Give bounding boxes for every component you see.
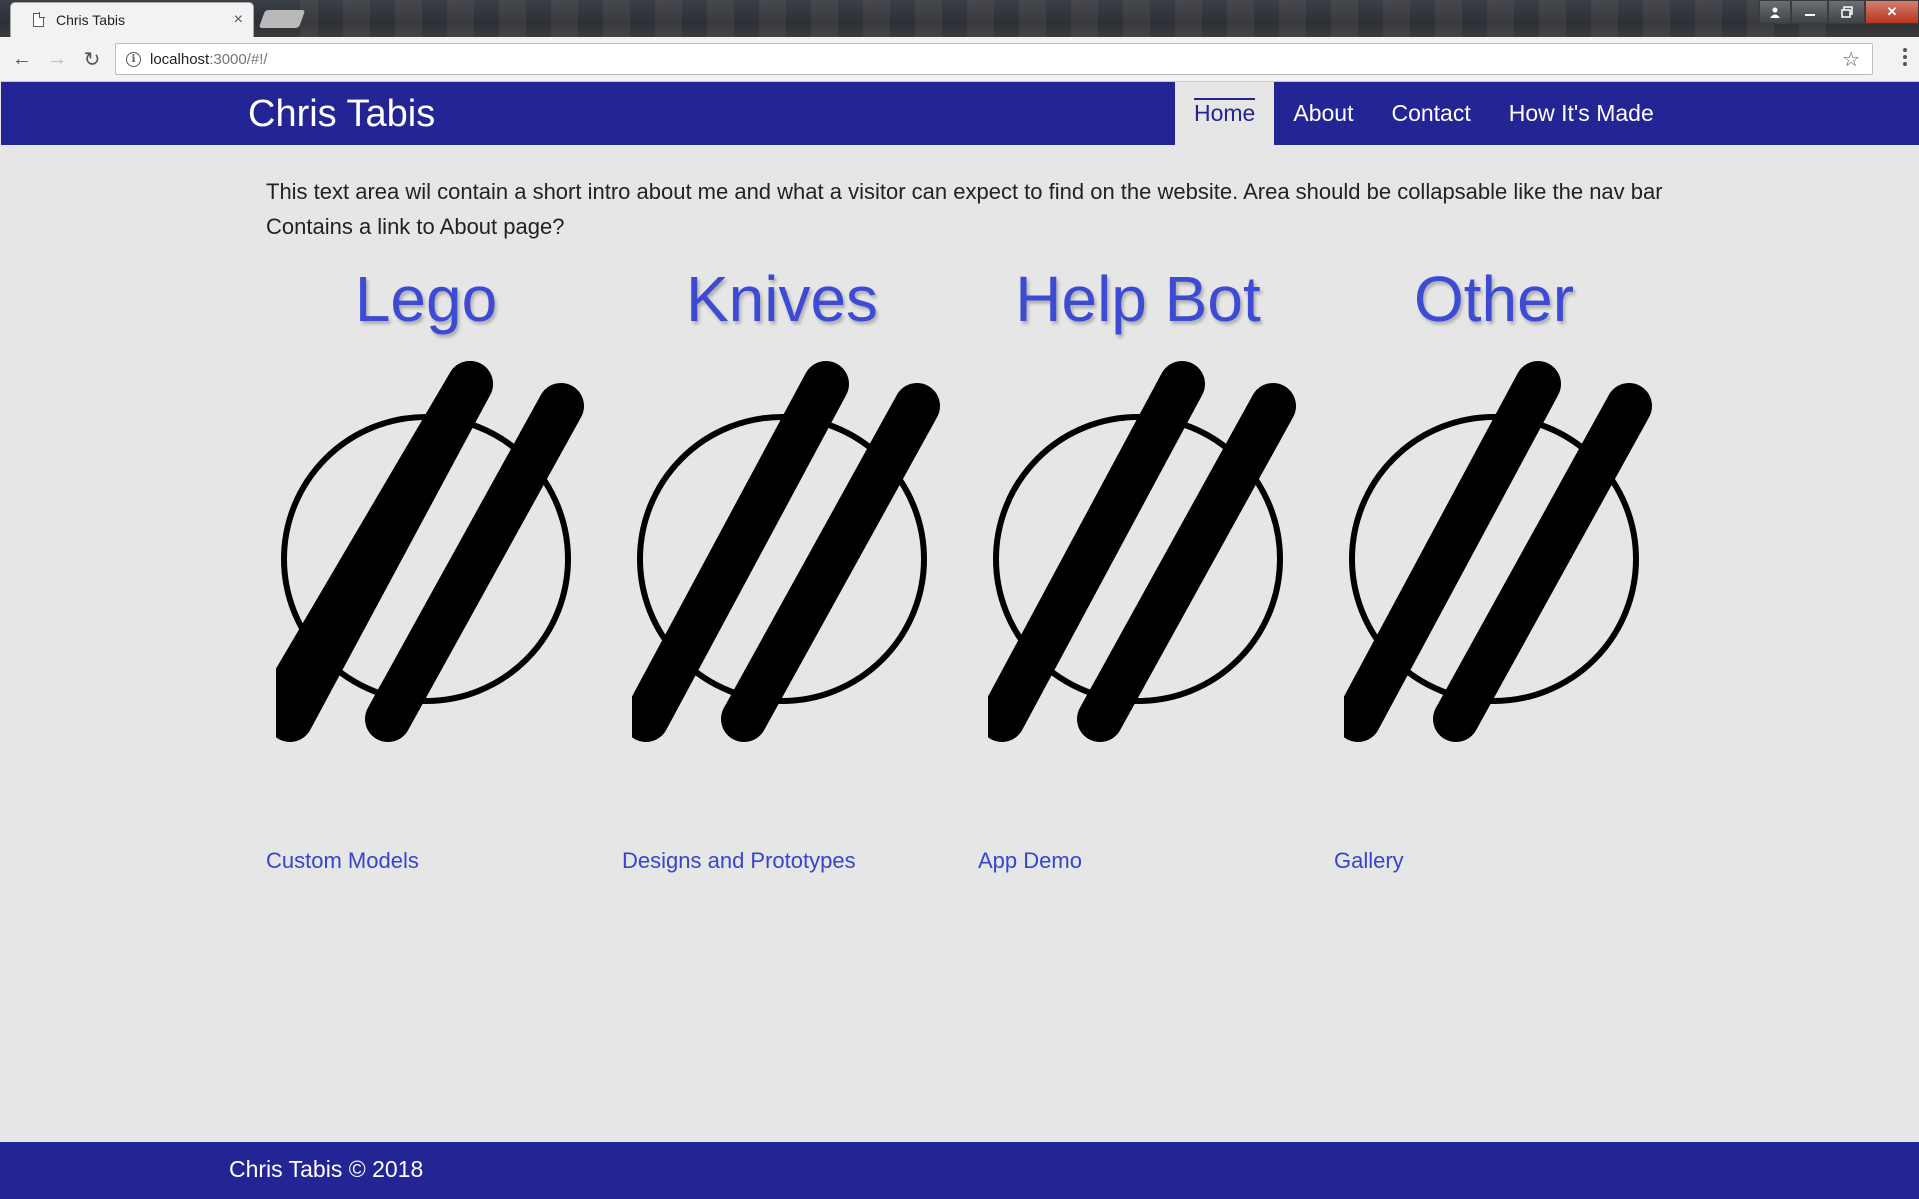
bookmark-star-icon[interactable]: ☆ [1842,47,1860,72]
browser-toolbar: ← → ↻ i localhost :3000/#!/ ☆ [0,37,1919,82]
nav-contact[interactable]: Contact [1372,82,1489,145]
logo-icon[interactable] [632,344,952,764]
user-profile-icon[interactable] [1759,0,1791,24]
nav-home[interactable]: Home [1175,82,1275,145]
card-link[interactable]: Designs and Prototypes [622,848,856,874]
site-brand[interactable]: Chris Tabis [248,93,435,136]
back-arrow-icon[interactable]: ← [8,45,36,73]
tab-close-icon[interactable]: × [234,11,243,29]
tab-title: Chris Tabis [56,12,125,28]
window-controls: ✕ [1759,0,1919,24]
nav-links: Home About Contact How It's Made [1175,82,1673,145]
card-title: Help Bot [1015,263,1261,335]
page-icon [33,12,45,27]
address-bar[interactable]: i localhost :3000/#!/ ☆ [115,43,1873,75]
card-link[interactable]: Gallery [1334,848,1404,874]
card-link[interactable]: App Demo [978,848,1082,874]
new-tab-button[interactable] [258,10,306,28]
info-icon[interactable]: i [126,51,141,67]
restore-button[interactable] [1828,0,1865,24]
footer-text: Chris Tabis © 2018 [229,1156,424,1182]
browser-tab[interactable]: Chris Tabis × [10,2,254,37]
card-title: Other [1413,263,1575,335]
reload-icon[interactable]: ↻ [78,45,106,73]
logo-icon[interactable] [988,344,1308,764]
site-footer: Chris Tabis © 2018 [0,1142,1919,1199]
url-host: localhost [150,50,210,68]
card-title: Knives [685,263,879,335]
web-page: Chris Tabis Home About Contact How It's … [0,82,1919,1199]
intro-text: This text area wil contain a short intro… [266,179,1663,239]
close-window-button[interactable]: ✕ [1865,0,1919,24]
card-title: Lego [354,263,498,335]
logo-icon[interactable] [1344,344,1664,764]
browser-menu-icon[interactable] [1903,48,1907,66]
titlebar-background [300,0,1839,37]
forward-arrow-icon[interactable]: → [43,45,71,73]
logo-icon[interactable] [276,344,596,764]
nav-about[interactable]: About [1274,82,1372,145]
minimize-button[interactable] [1791,0,1828,24]
browser-titlebar: Chris Tabis × ✕ [0,0,1919,37]
site-navbar: Chris Tabis Home About Contact How It's … [1,82,1919,145]
card-link[interactable]: Custom Models [266,848,419,874]
url-path: :3000/#!/ [209,50,268,68]
nav-how-its-made[interactable]: How It's Made [1490,82,1673,145]
